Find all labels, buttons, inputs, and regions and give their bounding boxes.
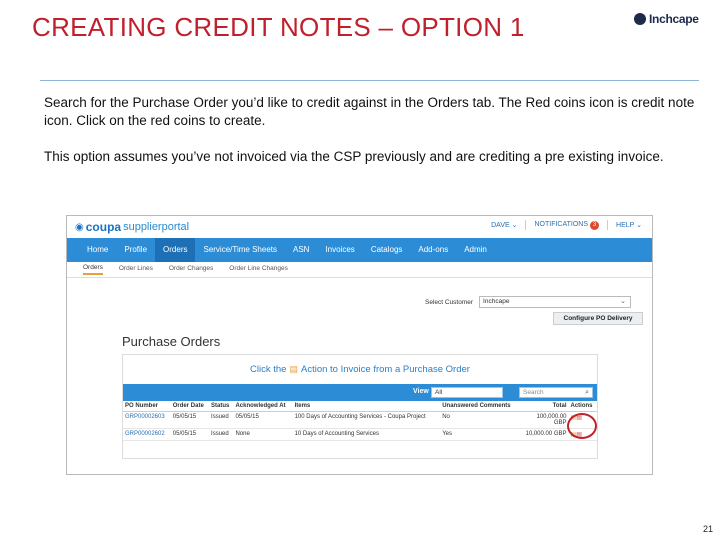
portal-screenshot: ◉ coupa supplierportal DAVE ⌄ NOTIFICATI…	[66, 215, 653, 475]
col-po-number[interactable]: PO Number	[123, 401, 171, 412]
top-links: DAVE ⌄ NOTIFICATIONS 3 HELP ⌄	[491, 220, 642, 230]
col-acknowledged-at[interactable]: Acknowledged At	[233, 401, 293, 412]
status: Issued	[209, 411, 234, 429]
status: Issued	[209, 428, 234, 441]
table-row: GRP00002602 05/05/15 Issued None 10 Days…	[123, 428, 597, 441]
filter-bar: View All Search ⌕	[123, 384, 597, 401]
acknowledged-at: 05/05/15	[233, 411, 293, 429]
po-number-link[interactable]: GRP00002603	[123, 411, 171, 429]
total: 10,000.00 GBP	[519, 428, 569, 441]
col-order-date[interactable]: Order Date	[170, 401, 210, 412]
items: 100 Days of Accounting Services - Coupa …	[292, 411, 441, 429]
view-select[interactable]: All	[431, 387, 503, 398]
items: 10 Days of Accounting Services	[292, 428, 441, 441]
col-unanswered-comments[interactable]: Unanswered Comments	[440, 401, 520, 412]
subnav-order-changes[interactable]: Order Changes	[169, 265, 213, 274]
banner-suffix: Action to Invoice from a Purchase Order	[300, 364, 470, 375]
unanswered-comments: Yes	[440, 428, 520, 441]
slide-title: CREATING CREDIT NOTES – OPTION 1	[32, 12, 525, 42]
coins-icon: ▤	[289, 364, 298, 374]
help-menu[interactable]: HELP ⌄	[616, 221, 642, 229]
purchase-orders-heading: Purchase Orders	[122, 334, 221, 349]
notifications-count-badge: 3	[590, 220, 600, 230]
logo-text: Inchcape	[649, 12, 699, 26]
total-currency: GBP	[553, 420, 567, 426]
brand-name: coupa	[85, 220, 122, 234]
nav-admin[interactable]: Admin	[456, 238, 495, 262]
instruction-paragraph-1: Search for the Purchase Order you’d like…	[44, 95, 695, 128]
top-separator	[607, 220, 609, 230]
order-date: 05/05/15	[170, 411, 210, 429]
unanswered-comments: No	[440, 411, 520, 429]
search-input[interactable]: Search ⌕	[519, 387, 593, 398]
subnav-orders[interactable]: Orders	[83, 264, 103, 275]
nav-catalogs[interactable]: Catalogs	[363, 238, 411, 262]
coupa-logo-icon: ◉	[75, 221, 84, 233]
order-date: 05/05/15	[170, 428, 210, 441]
configure-po-delivery-button[interactable]: Configure PO Delivery	[553, 312, 643, 325]
nav-invoices[interactable]: Invoices	[317, 238, 362, 262]
col-status[interactable]: Status	[209, 401, 234, 412]
banner-prefix: Click the	[250, 364, 287, 375]
select-customer-dropdown[interactable]: Inchcape ⌄	[479, 296, 632, 308]
total-amount: 10,000.00 GBP	[525, 431, 567, 437]
search-placeholder: Search	[523, 389, 544, 396]
subnav-order-lines[interactable]: Order Lines	[119, 265, 153, 274]
coupa-brand[interactable]: ◉ coupa supplierportal	[75, 220, 189, 234]
purchase-orders-table: PO Number Order Date Status Acknowledged…	[123, 401, 597, 441]
table-row: GRP00002603 05/05/15 Issued 05/05/15 100…	[123, 411, 597, 429]
title-divider	[40, 80, 699, 81]
acknowledged-at: None	[233, 428, 293, 441]
col-items[interactable]: Items	[292, 401, 441, 412]
po-number-link[interactable]: GRP00002602	[123, 428, 171, 441]
nav-add-ons[interactable]: Add-ons	[410, 238, 456, 262]
select-customer-value: Inchcape	[483, 298, 510, 305]
brand-suffix: supplierportal	[123, 221, 190, 233]
notifications-label: NOTIFICATIONS	[534, 220, 589, 228]
col-total[interactable]: Total	[519, 401, 569, 412]
select-customer-label: Select Customer	[425, 298, 474, 306]
notifications-link[interactable]: NOTIFICATIONS 3	[534, 220, 600, 230]
nav-orders[interactable]: Orders	[155, 238, 196, 262]
subnav-order-line-changes[interactable]: Order Line Changes	[229, 265, 288, 274]
nav-asn[interactable]: ASN	[285, 238, 317, 262]
total: 100,000.00 GBP	[519, 411, 569, 429]
page-number: 21	[703, 524, 714, 534]
view-label: View	[413, 388, 429, 395]
user-menu[interactable]: DAVE ⌄	[491, 221, 517, 229]
nav-service-time-sheets[interactable]: Service/Time Sheets	[195, 238, 285, 262]
portal-topbar: ◉ coupa supplierportal DAVE ⌄ NOTIFICATI…	[67, 216, 652, 238]
chevron-down-icon: ⌄	[620, 298, 627, 305]
purchase-orders-panel: Click the ▤ Action to Invoice from a Pur…	[122, 354, 598, 459]
inchcape-logo: Inchcape	[634, 12, 699, 26]
search-icon[interactable]: ⌕	[585, 388, 589, 397]
select-customer-row: Select Customer Inchcape ⌄	[425, 296, 632, 308]
table-header-row: PO Number Order Date Status Acknowledged…	[123, 401, 597, 412]
col-actions: Actions	[568, 401, 597, 412]
orders-subnav: Orders Order Lines Order Changes Order L…	[67, 262, 652, 278]
nav-profile[interactable]: Profile	[116, 238, 155, 262]
nav-home[interactable]: Home	[79, 238, 116, 262]
action-banner: Click the ▤ Action to Invoice from a Pur…	[123, 355, 597, 384]
red-coins-highlight-circle	[567, 413, 597, 439]
instruction-paragraph-2: This option assumes you’ve not invoiced …	[44, 149, 664, 164]
view-value: All	[435, 389, 443, 396]
logo-mark-icon	[634, 13, 646, 25]
main-nav: Home Profile Orders Service/Time Sheets …	[67, 238, 652, 262]
top-separator	[525, 220, 527, 230]
